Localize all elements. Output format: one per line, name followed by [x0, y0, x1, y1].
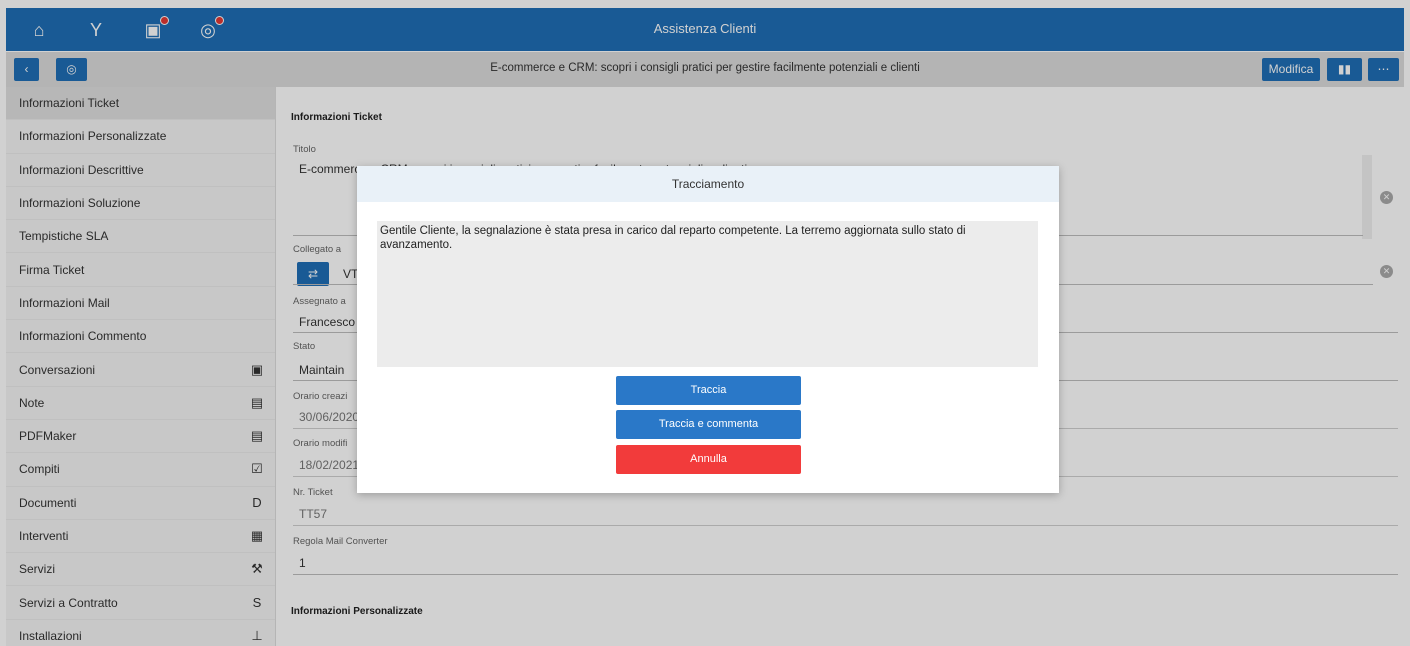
track-button[interactable]: Traccia [616, 376, 801, 405]
dialog-title: Tracciamento [357, 166, 1059, 202]
cancel-button[interactable]: Annulla [616, 445, 801, 474]
tracking-dialog: Tracciamento Gentile Cliente, la segnala… [357, 166, 1059, 493]
track-and-comment-button[interactable]: Traccia e commenta [616, 410, 801, 439]
page: ⌂ Y ▣ ◎ Assistenza Clienti ‹ ◎ E-commerc… [0, 0, 1410, 646]
tracking-message-field[interactable]: Gentile Cliente, la segnalazione è stata… [377, 221, 1038, 367]
